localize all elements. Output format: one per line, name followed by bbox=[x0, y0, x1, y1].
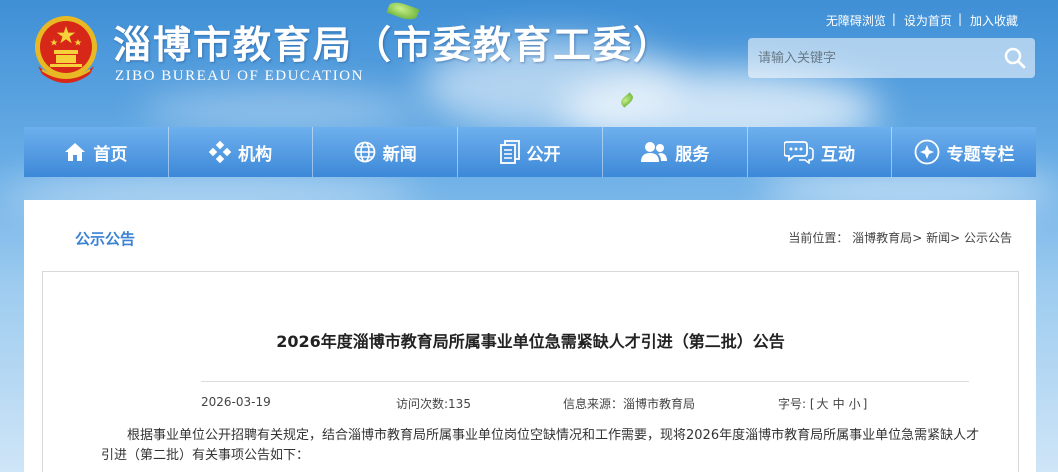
set-homepage-link[interactable]: 设为首页 bbox=[898, 12, 958, 29]
font-size-control: 字号: [大中小] bbox=[778, 397, 868, 411]
accessibility-link[interactable]: 无障碍浏览 bbox=[820, 12, 892, 29]
publish-date: 2026-03-19 bbox=[201, 395, 271, 409]
breadcrumb-item-news[interactable]: 新闻 bbox=[926, 231, 950, 245]
font-size-label: 字号: bbox=[778, 397, 807, 411]
info-source: 信息来源：淄博市教育局 bbox=[563, 397, 696, 411]
nav-label: 新闻 bbox=[382, 144, 417, 165]
font-size-medium[interactable]: 中 bbox=[831, 397, 847, 411]
nav-label: 服务 bbox=[675, 144, 710, 165]
nav-item-service[interactable]: 服务 bbox=[603, 127, 748, 177]
breadcrumb-item-notices[interactable]: 公示公告 bbox=[964, 231, 1012, 245]
plus-circle-icon bbox=[914, 139, 940, 165]
add-favorite-link[interactable]: 加入收藏 bbox=[964, 12, 1024, 29]
article-container: 2026年度淄博市教育局所属事业单位急需紧缺人才引进（第二批）公告 2026-0… bbox=[42, 271, 1019, 472]
breadcrumb-separator: > bbox=[912, 231, 923, 245]
main-nav: 首页 机构 新闻 公开 服务 互动 专题专栏 bbox=[24, 127, 1036, 177]
search-icon bbox=[1004, 47, 1026, 69]
document-icon bbox=[499, 140, 520, 164]
font-size-large[interactable]: 大 bbox=[815, 397, 831, 411]
national-emblem-logo bbox=[32, 14, 100, 86]
nav-item-news[interactable]: 新闻 bbox=[313, 127, 459, 177]
cloud-decoration bbox=[140, 90, 420, 130]
breadcrumb-item-home[interactable]: 淄博教育局 bbox=[852, 231, 912, 245]
breadcrumb-prefix: 当前位置： bbox=[788, 231, 849, 245]
nav-label: 互动 bbox=[820, 144, 855, 165]
divider bbox=[201, 381, 969, 382]
breadcrumb-separator: > bbox=[950, 231, 961, 245]
nav-item-interact[interactable]: 互动 bbox=[748, 127, 893, 177]
nav-item-home[interactable]: 首页 bbox=[24, 127, 169, 177]
site-title: 淄博市教育局（市委教育工委） bbox=[113, 23, 674, 67]
nav-item-special[interactable]: 专题专栏 bbox=[892, 127, 1036, 177]
search-button[interactable] bbox=[995, 38, 1035, 78]
nav-label: 首页 bbox=[93, 144, 128, 165]
org-icon bbox=[209, 141, 232, 163]
search-input[interactable] bbox=[748, 38, 995, 78]
search-box bbox=[748, 38, 1035, 78]
article-body: 根据事业单位公开招聘有关规定，结合淄博市教育局所属事业单位岗位空缺情况和工作需要… bbox=[101, 428, 980, 463]
globe-icon bbox=[354, 141, 376, 163]
breadcrumb: 当前位置： 淄博教育局> 新闻> 公示公告 bbox=[788, 229, 1012, 246]
nav-item-public[interactable]: 公开 bbox=[458, 127, 603, 177]
site-subtitle: ZIBO BUREAU OF EDUCATION bbox=[115, 68, 364, 84]
nav-label: 公开 bbox=[526, 144, 561, 165]
top-links: 无障碍浏览 | 设为首页 | 加入收藏 bbox=[820, 12, 1024, 29]
font-size-small[interactable]: 小 bbox=[847, 397, 863, 411]
nav-label: 专题专栏 bbox=[946, 144, 1015, 165]
content-panel: 公示公告 当前位置： 淄博教育局> 新闻> 公示公告 2026年度淄博市教育局所… bbox=[24, 200, 1036, 472]
view-count: 访问次数:135 bbox=[396, 397, 471, 411]
users-icon bbox=[641, 142, 668, 162]
section-title: 公示公告 bbox=[75, 230, 136, 248]
nav-label: 机构 bbox=[238, 144, 273, 165]
article-title: 2026年度淄博市教育局所属事业单位急需紧缺人才引进（第二批）公告 bbox=[276, 332, 785, 351]
chat-icon bbox=[783, 141, 814, 164]
home-icon bbox=[65, 143, 86, 161]
nav-item-org[interactable]: 机构 bbox=[169, 127, 314, 177]
